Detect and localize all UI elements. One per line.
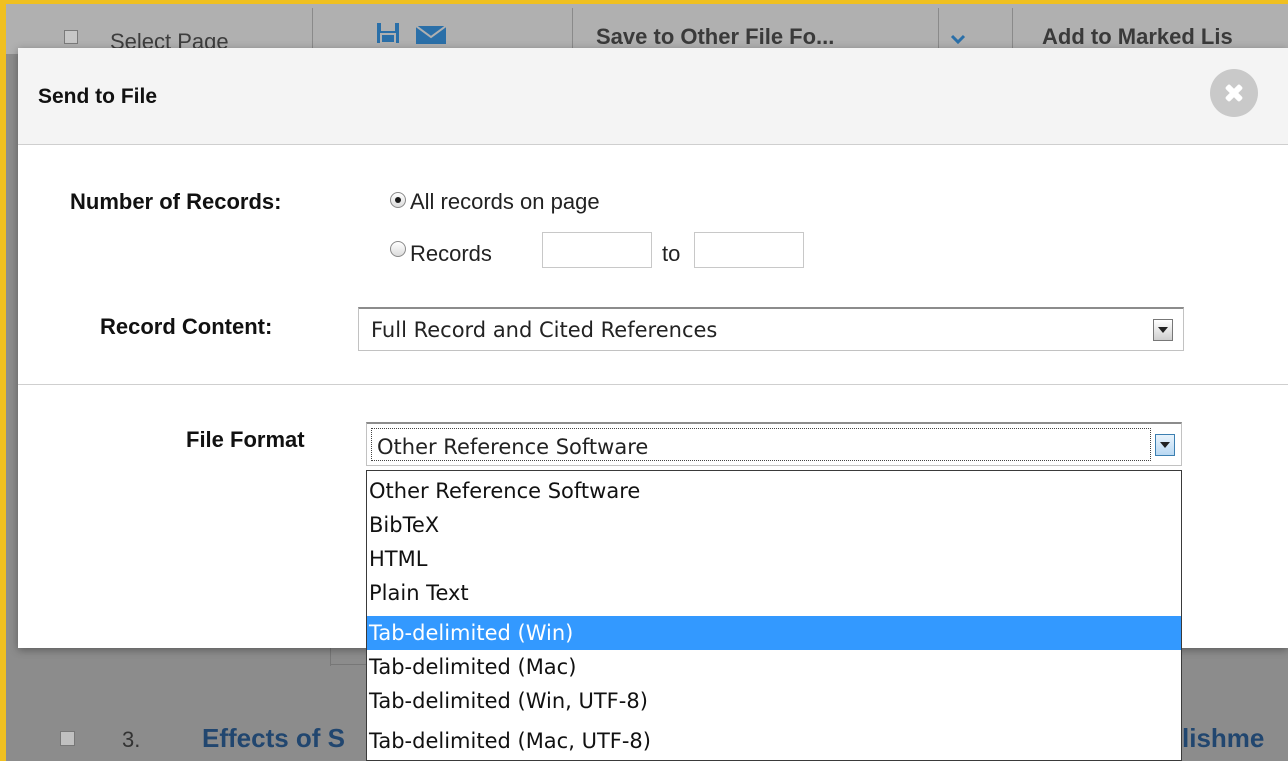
- results-toolbar: Select Page Save to Other File Fo... Add…: [6, 4, 1288, 54]
- close-icon[interactable]: [1210, 69, 1258, 117]
- records-to-input[interactable]: [694, 232, 804, 268]
- record-content-select[interactable]: Full Record and Cited References: [358, 307, 1184, 351]
- records-range-radio[interactable]: [390, 241, 406, 257]
- email-icon[interactable]: [416, 26, 446, 44]
- record-number: 3.: [122, 727, 141, 752]
- dropdown-arrow-icon[interactable]: [1155, 434, 1175, 456]
- file-format-option[interactable]: Other Reference Software: [367, 474, 1181, 508]
- file-format-option[interactable]: Tab-delimited (Mac, UTF-8): [367, 724, 1181, 758]
- dialog-header: Send to File: [18, 48, 1288, 145]
- all-records-radio[interactable]: [390, 192, 406, 208]
- file-format-option[interactable]: Tab-delimited (Win, UTF-8): [367, 684, 1181, 718]
- record-content-label: Record Content:: [100, 314, 273, 339]
- dialog-title: Send to File: [38, 85, 158, 108]
- save-icon[interactable]: [376, 22, 400, 44]
- dropdown-arrow-icon[interactable]: [1153, 319, 1173, 341]
- record-content-value: Full Record and Cited References: [371, 318, 718, 342]
- focus-frame-left: [0, 0, 6, 761]
- file-format-option[interactable]: Tab-delimited (Mac): [367, 650, 1181, 684]
- file-format-select[interactable]: Other Reference Software: [366, 422, 1182, 466]
- file-format-option[interactable]: BibTeX: [367, 508, 1181, 542]
- file-format-options-list: Other Reference Software BibTeX HTML Pla…: [366, 470, 1182, 761]
- records-from-input[interactable]: [542, 232, 652, 268]
- all-records-radio-label: All records on page: [410, 189, 600, 214]
- record-title-link[interactable]: Effects of S: [202, 723, 345, 754]
- file-format-option[interactable]: HTML: [367, 542, 1181, 576]
- file-format-option[interactable]: Plain Text: [367, 576, 1181, 610]
- record-title-link-tail[interactable]: lishme: [1182, 723, 1264, 754]
- records-range-radio-label: Records: [410, 241, 492, 266]
- select-page-checkbox[interactable]: [64, 30, 78, 44]
- file-format-label: File Format: [186, 427, 305, 452]
- add-to-marked-list-button[interactable]: Add to Marked Lis: [1042, 24, 1233, 50]
- records-to-label: to: [662, 241, 681, 266]
- dialog-divider: [18, 384, 1288, 385]
- save-to-other-format-button[interactable]: Save to Other File Fo...: [596, 24, 834, 50]
- file-format-option-highlighted[interactable]: Tab-delimited (Win): [367, 616, 1181, 650]
- number-of-records-label: Number of Records:: [70, 189, 282, 214]
- file-format-value: Other Reference Software: [377, 435, 649, 459]
- background-border: [330, 664, 366, 665]
- record-checkbox[interactable]: [60, 731, 75, 746]
